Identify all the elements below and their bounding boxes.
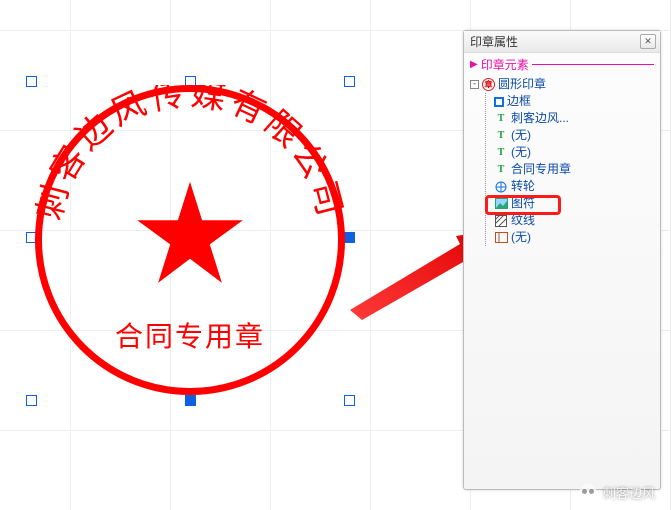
panel-header[interactable]: 印章属性 ✕ (464, 31, 660, 53)
seal-object[interactable]: 刺客边风传媒有限公司 合同专用章 (35, 85, 345, 395)
tree-item-label: (无) (511, 229, 531, 246)
tree-root-label: 圆形印章 (498, 76, 546, 93)
text-icon (494, 163, 508, 177)
tree-item-label: 边框 (507, 93, 531, 110)
properties-panel: 印章属性 ✕ ▶ 印章元素 - 章 圆形印章 边框 刺客边风... (无) (463, 30, 661, 490)
tree-item-frame[interactable]: (无) (494, 229, 656, 246)
handle-ne[interactable] (344, 76, 355, 87)
tree-item-text2[interactable]: (无) (494, 127, 656, 144)
tree-root-row[interactable]: - 章 圆形印章 (470, 76, 656, 93)
seal-icon: 章 (482, 78, 495, 91)
tree-item-text3[interactable]: (无) (494, 144, 656, 161)
section-title: 印章元素 (481, 56, 529, 73)
handle-sw[interactable] (26, 395, 37, 406)
section-rule (532, 64, 654, 65)
wheel-icon (494, 180, 508, 194)
section-header[interactable]: ▶ 印章元素 (464, 53, 660, 74)
tree-item-label: (无) (511, 127, 531, 144)
handle-s[interactable] (185, 395, 196, 406)
frame-icon (494, 231, 508, 245)
seal-bottom-text: 合同专用章 (35, 315, 345, 355)
border-icon (494, 97, 504, 107)
watermark: 刺客边风 (579, 483, 655, 502)
text-icon (494, 129, 508, 143)
panel-title: 印章属性 (470, 33, 518, 50)
tree-item-label: 图符 (511, 195, 535, 212)
tree-item-label: 刺客边风... (511, 110, 569, 127)
handle-e[interactable] (344, 232, 355, 243)
close-icon: ✕ (644, 36, 652, 47)
tree-item-label: 转轮 (511, 178, 535, 195)
tree-item-label: 纹线 (511, 212, 535, 229)
watermark-text: 刺客边风 (603, 483, 655, 502)
tree-item-border[interactable]: 边框 (494, 93, 656, 110)
tree-item-label: (无) (511, 144, 531, 161)
tree-item-hatch[interactable]: 纹线 (494, 212, 656, 229)
tree-item-wheel[interactable]: 转轮 (494, 178, 656, 195)
element-tree: - 章 圆形印章 边框 刺客边风... (无) (无) 合同 (464, 74, 660, 250)
tree-item-label: 合同专用章 (511, 161, 571, 178)
expander-icon[interactable]: - (470, 80, 479, 89)
text-icon (494, 112, 508, 126)
text-icon (494, 146, 508, 160)
handle-se[interactable] (344, 395, 355, 406)
wechat-icon (579, 484, 597, 502)
tree-item-text1[interactable]: 刺客边风... (494, 110, 656, 127)
seal-star-icon (135, 178, 245, 288)
image-icon (494, 197, 508, 211)
hatch-icon (494, 214, 508, 228)
tree-item-image[interactable]: 图符 (494, 195, 656, 212)
tree-item-text4[interactable]: 合同专用章 (494, 161, 656, 178)
section-caret-icon: ▶ (470, 59, 478, 70)
panel-close-button[interactable]: ✕ (640, 34, 656, 49)
tree-children: 边框 刺客边风... (无) (无) 合同专用章 (485, 93, 656, 246)
